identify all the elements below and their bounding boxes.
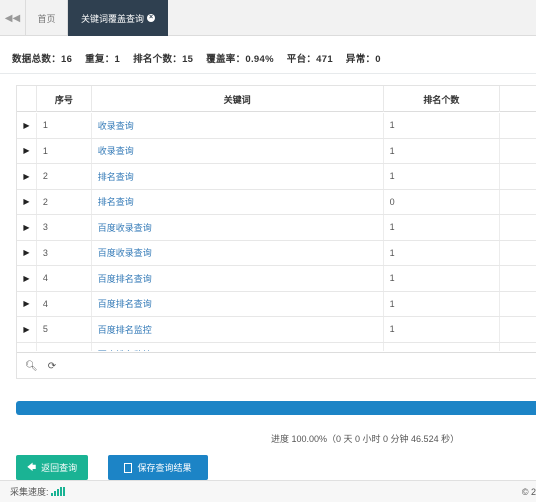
- cell-extra: [500, 164, 536, 189]
- cell-extra: [500, 190, 536, 215]
- header-rank-count[interactable]: 排名个数: [384, 86, 501, 112]
- cell-keyword-link[interactable]: 百度排名查询: [92, 291, 384, 316]
- cell-keyword-link[interactable]: 收录查询: [92, 113, 384, 138]
- tab-keyword-coverage[interactable]: 关键词覆盖查询 ×: [68, 0, 168, 36]
- close-circle-icon[interactable]: ×: [147, 14, 155, 22]
- expand-arrow-icon[interactable]: ▶: [17, 215, 37, 240]
- cell-index: 5: [37, 317, 92, 342]
- cell-rank-count: 1: [384, 291, 501, 316]
- table-body[interactable]: ▶ 1 收录查询 1 ▶ 1 收录查询 1 ▶ 2 排名查询 1 ▶ 2 排名查询 0 ▶ 3 百度收录查询 1 ▶ 3 百…: [17, 113, 536, 351]
- stat-abnormal: 异常：0: [345, 54, 381, 65]
- cell-index: 1: [37, 113, 92, 138]
- expand-arrow-icon[interactable]: ▶: [17, 189, 37, 214]
- header-extra: [500, 86, 536, 112]
- refresh-icon[interactable]: ⟳: [48, 361, 56, 372]
- tab-scroll-left-button[interactable]: ◀◀: [0, 0, 26, 36]
- speed-label: 采集速度:: [10, 487, 49, 497]
- cell-rank-count: 1: [384, 342, 501, 351]
- cell-keyword-link[interactable]: 排名查询: [92, 164, 384, 189]
- table-row[interactable]: ▶ 2 排名查询 1: [17, 164, 536, 190]
- document-icon: [124, 462, 133, 473]
- cell-keyword-link[interactable]: 排名查询: [92, 189, 384, 214]
- progress-bar: [16, 401, 536, 415]
- tab-home[interactable]: 首页: [26, 0, 68, 36]
- cell-keyword-link[interactable]: 百度排名查询: [92, 266, 384, 291]
- cell-index: 4: [37, 266, 92, 291]
- back-button-label: 返回查询: [41, 463, 78, 473]
- cell-keyword-link[interactable]: 百度排名监控: [92, 342, 384, 351]
- double-left-arrow-icon: ◀◀: [4, 12, 21, 24]
- cell-extra: [500, 266, 536, 291]
- save-results-button[interactable]: 保存查询结果: [108, 455, 208, 480]
- search-icon[interactable]: 🔍︎: [25, 361, 38, 372]
- cell-extra: [500, 343, 536, 352]
- expand-arrow-icon[interactable]: ▶: [17, 240, 37, 265]
- tab-bar: ◀◀ 首页 关键词覆盖查询 ×: [0, 0, 536, 36]
- stat-total: 数据总数：16: [12, 54, 73, 65]
- table-row[interactable]: ▶ 1 收录查询 1: [17, 138, 536, 164]
- table-row[interactable]: ▶5百度排名监控1: [17, 317, 536, 343]
- table-row[interactable]: ▶ 1 收录查询 1: [17, 113, 536, 139]
- stat-coverage: 覆盖率：0.94%: [206, 54, 274, 65]
- divider: [0, 73, 536, 74]
- table-header: 序号 关键词 排名个数: [17, 86, 536, 112]
- cell-extra: [500, 139, 536, 164]
- table-row[interactable]: ▶5百度排名监控1: [17, 342, 536, 352]
- table-row[interactable]: ▶ 3 百度收录查询 1: [17, 240, 536, 266]
- expand-arrow-icon[interactable]: ▶: [17, 113, 37, 138]
- cell-rank-count: 1: [384, 215, 501, 240]
- expand-arrow-icon[interactable]: ▶: [17, 266, 37, 291]
- header-keyword[interactable]: 关键词: [92, 86, 384, 112]
- cell-keyword-link[interactable]: 百度收录查询: [92, 215, 384, 240]
- expand-arrow-icon[interactable]: ▶: [17, 138, 37, 163]
- cell-index: 3: [37, 215, 92, 240]
- stat-ranked: 排名个数：15: [133, 54, 194, 65]
- header-index[interactable]: 序号: [37, 86, 92, 112]
- cell-index: 2: [37, 189, 92, 214]
- cell-rank-count: 1: [384, 138, 501, 163]
- copyright: © 2: [521, 487, 536, 497]
- cell-extra: [500, 241, 536, 266]
- save-button-label: 保存查询结果: [137, 463, 192, 473]
- table-row[interactable]: ▶ 4 百度排名查询 1: [17, 291, 536, 317]
- cell-rank-count: 1: [384, 266, 501, 291]
- cell-index: 1: [37, 138, 92, 163]
- stats-summary: 数据总数：16 重复：1 排名个数：15 覆盖率：0.94% 平台：471 异常…: [12, 51, 381, 65]
- expand-arrow-icon[interactable]: ▶: [17, 291, 37, 316]
- cell-keyword-link[interactable]: 收录查询: [92, 138, 384, 163]
- cell-rank-count: 1: [384, 164, 501, 189]
- status-bar: 采集速度: © 2: [0, 480, 536, 502]
- cell-index: 5: [37, 342, 92, 351]
- cell-index: 4: [37, 291, 92, 316]
- arrow-left-icon: 🡄: [26, 461, 37, 472]
- cell-index: 3: [37, 240, 92, 265]
- expand-arrow-icon[interactable]: ▶: [17, 164, 37, 189]
- cell-rank-count: 1: [384, 240, 501, 265]
- cell-index: 2: [37, 164, 92, 189]
- expand-arrow-icon[interactable]: ▶: [17, 317, 37, 342]
- cell-rank-count: 1: [384, 113, 501, 138]
- cell-extra: [500, 113, 536, 138]
- cell-extra: [500, 292, 536, 317]
- results-table: 序号 关键词 排名个数 ▶ 1 收录查询 1 ▶ 1 收录查询 1 ▶ 2 排名查询 1 ▶ 2 排名查询 0…: [16, 85, 536, 379]
- cell-extra: [500, 317, 536, 342]
- cell-keyword-link[interactable]: 百度收录查询: [92, 240, 384, 265]
- cell-keyword-link[interactable]: 百度排名监控: [92, 317, 384, 342]
- signal-strength-icon: [50, 487, 65, 496]
- table-toolbar: 🔍︎ ⟳: [17, 352, 536, 378]
- expand-arrow-icon[interactable]: ▶: [17, 342, 37, 351]
- table-row[interactable]: ▶ 4 百度排名查询 1: [17, 266, 536, 292]
- progress-text: 进度 100.00%（0 天 0 小时 0 分钟 46.524 秒）: [271, 434, 460, 444]
- cell-rank-count: 1: [384, 317, 501, 342]
- table-row[interactable]: ▶ 2 排名查询 0: [17, 189, 536, 215]
- stat-duplicate: 重复：1: [85, 54, 121, 65]
- stat-platform: 平台：471: [286, 54, 333, 65]
- cell-rank-count: 0: [384, 189, 501, 214]
- tab-label: 关键词覆盖查询: [80, 13, 144, 24]
- cell-extra: [500, 215, 536, 240]
- header-expand: [17, 86, 37, 112]
- back-button[interactable]: 🡄 返回查询: [16, 455, 88, 480]
- table-row[interactable]: ▶ 3 百度收录查询 1: [17, 215, 536, 241]
